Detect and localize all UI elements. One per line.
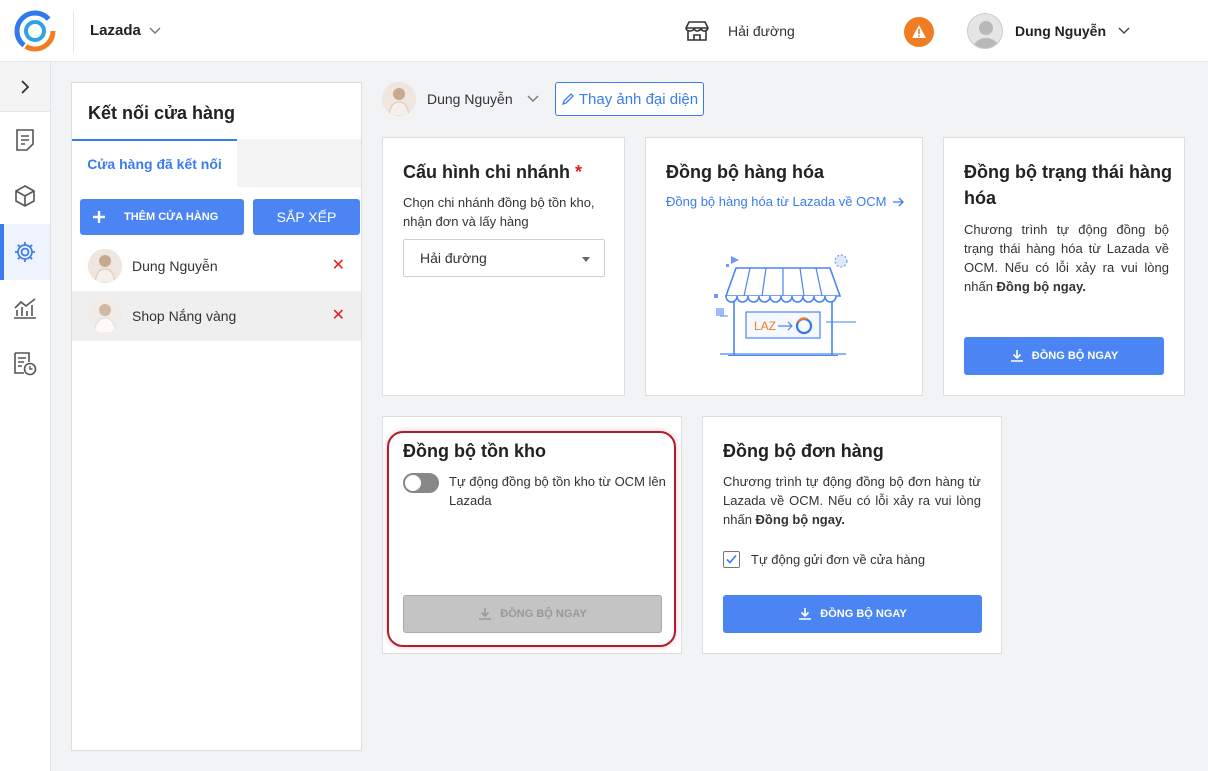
sidebar bbox=[0, 62, 51, 771]
product-sync-title: Đồng bộ hàng hóa bbox=[666, 162, 824, 182]
chevron-down-icon bbox=[527, 95, 539, 102]
auto-send-order-label: Tự động gửi đơn về cửa hàng bbox=[751, 552, 926, 567]
app-logo-icon[interactable] bbox=[14, 10, 56, 52]
shop-name: Dung Nguyễn bbox=[132, 258, 218, 274]
status-sync-desc: Chương trình tự động đồng bộ trạng thái … bbox=[964, 220, 1169, 296]
order-sync-card: Đồng bộ đơn hàng Chương trình tự động đồ… bbox=[702, 416, 1002, 654]
status-sync-button[interactable]: ĐỒNG BỘ NGAY bbox=[964, 337, 1164, 375]
sidebar-item-orders[interactable] bbox=[0, 112, 50, 168]
sidebar-toggle[interactable] bbox=[0, 62, 50, 112]
store-selector[interactable]: Lazada bbox=[90, 22, 161, 39]
add-store-button[interactable]: THÊM CỬA HÀNG bbox=[80, 199, 244, 235]
product-sync-link[interactable]: Đồng bộ hàng hóa từ Lazada về OCM bbox=[666, 194, 905, 209]
change-avatar-label: Thay ảnh đại diện bbox=[578, 90, 699, 108]
branch-config-title: Cấu hình chi nhánh bbox=[403, 162, 570, 182]
check-icon bbox=[726, 554, 737, 564]
shop-avatar bbox=[88, 299, 122, 333]
profile-name: Dung Nguyễn bbox=[427, 91, 513, 107]
product-sync-link-label: Đồng bộ hàng hóa từ Lazada về OCM bbox=[666, 194, 887, 209]
status-sync-desc-bold: Đồng bộ ngay. bbox=[996, 279, 1086, 294]
warning-icon bbox=[912, 25, 926, 38]
profile-avatar bbox=[382, 82, 416, 116]
sidebar-item-reports[interactable] bbox=[0, 280, 50, 336]
chevron-down-icon bbox=[582, 257, 590, 262]
product-sync-card: Đồng bộ hàng hóa Đồng bộ hàng hóa từ Laz… bbox=[645, 137, 923, 396]
branch-config-card: Cấu hình chi nhánh * Chọn chi nhánh đồng… bbox=[382, 137, 625, 396]
sidebar-item-settings[interactable] bbox=[0, 224, 50, 280]
panel-title: Kết nối cửa hàng bbox=[88, 103, 236, 123]
download-icon bbox=[1010, 350, 1023, 362]
branch-select-value: Hải đường bbox=[420, 250, 487, 266]
gear-icon bbox=[15, 242, 35, 262]
store-name: Lazada bbox=[90, 22, 141, 39]
close-icon[interactable]: ✕ bbox=[332, 305, 345, 325]
header-divider bbox=[73, 12, 74, 52]
download-icon bbox=[799, 608, 812, 620]
chevron-down-icon bbox=[149, 27, 161, 34]
sort-button[interactable]: SẮP XẾP bbox=[253, 199, 360, 235]
chevron-right-icon bbox=[21, 79, 30, 94]
status-sync-card: Đồng bộ trạng thái hàng hóa Chương trình… bbox=[943, 137, 1185, 396]
change-avatar-button[interactable]: Thay ảnh đại diện bbox=[555, 82, 704, 116]
order-sync-title: Đồng bộ đơn hàng bbox=[723, 441, 884, 461]
box-icon bbox=[15, 185, 35, 207]
chart-icon bbox=[14, 298, 36, 319]
tab-connected-stores[interactable]: Cửa hàng đã kết nối bbox=[72, 139, 237, 187]
shop-name: Shop Nắng vàng bbox=[132, 308, 237, 324]
order-sync-button[interactable]: ĐỒNG BỘ NGAY bbox=[723, 595, 982, 633]
store-illustration: LAZ bbox=[714, 254, 856, 356]
list-item[interactable]: Dung Nguyễn ✕ bbox=[72, 241, 361, 291]
user-menu[interactable]: Dung Nguyễn bbox=[967, 13, 1130, 49]
branch-config-title-row: Cấu hình chi nhánh * bbox=[403, 159, 582, 185]
plus-icon bbox=[93, 211, 105, 223]
order-sync-desc: Chương trình tự động đồng bộ đơn hàng từ… bbox=[723, 472, 981, 529]
store-profile[interactable]: Dung Nguyễn bbox=[382, 82, 539, 116]
warning-button[interactable] bbox=[904, 17, 934, 47]
branch-config-desc: Chọn chi nhánh đồng bộ tồn kho, nhận đơn… bbox=[403, 195, 595, 229]
store-icon bbox=[685, 21, 709, 41]
report-clock-icon bbox=[14, 352, 37, 376]
arrow-right-icon bbox=[893, 197, 905, 206]
shop-avatar bbox=[88, 249, 122, 283]
add-store-label: THÊM CỬA HÀNG bbox=[124, 211, 219, 223]
document-icon bbox=[16, 129, 34, 151]
user-avatar bbox=[967, 13, 1003, 49]
status-sync-title: Đồng bộ trạng thái hàng hóa bbox=[964, 162, 1172, 208]
sidebar-item-products[interactable] bbox=[0, 168, 50, 224]
user-name: Dung Nguyễn bbox=[1015, 23, 1106, 39]
required-mark: * bbox=[575, 162, 583, 182]
close-icon[interactable]: ✕ bbox=[332, 255, 345, 275]
highlight-annotation bbox=[387, 431, 676, 647]
branch-indicator[interactable]: Hải đường bbox=[684, 20, 795, 42]
branch-name: Hải đường bbox=[728, 23, 795, 39]
illustration-text: LAZ bbox=[754, 319, 776, 333]
store-connection-panel: Kết nối cửa hàng Cửa hàng đã kết nối THÊ… bbox=[71, 82, 362, 751]
order-sync-button-label: ĐỒNG BỘ NGAY bbox=[820, 608, 907, 620]
order-sync-desc-bold: Đồng bộ ngay. bbox=[755, 512, 845, 527]
top-bar: Lazada Hải đường Dung Nguyễn bbox=[0, 0, 1208, 62]
branch-select[interactable]: Hải đường bbox=[403, 239, 605, 277]
sidebar-item-history[interactable] bbox=[0, 336, 50, 392]
status-sync-button-label: ĐỒNG BỘ NGAY bbox=[1031, 350, 1119, 362]
chevron-down-icon bbox=[1118, 27, 1130, 34]
list-item[interactable]: Shop Nắng vàng ✕ bbox=[72, 291, 361, 341]
panel-tabs: Cửa hàng đã kết nối bbox=[72, 139, 361, 187]
pencil-icon bbox=[561, 93, 574, 106]
auto-send-order-checkbox[interactable] bbox=[723, 551, 740, 568]
